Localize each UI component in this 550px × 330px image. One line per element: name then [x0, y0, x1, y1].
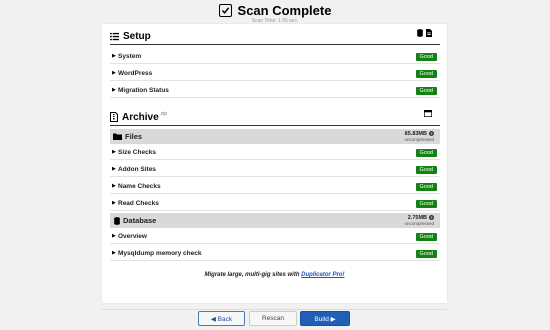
setup-title: Setup: [123, 30, 151, 42]
status-badge: Good: [415, 183, 437, 191]
status-badge: Good: [415, 233, 437, 241]
header: Scan Complete Scan Time: 1.65 sec.: [0, 0, 550, 24]
status-badge: Good: [415, 149, 437, 157]
help-icon[interactable]: ?: [429, 131, 434, 136]
row-label: Migration Status: [118, 86, 169, 94]
setup-row-wordpress[interactable]: ▶ WordPress Good: [110, 66, 440, 81]
setup-section-header: Setup: [110, 29, 440, 43]
database-icon: [114, 216, 120, 225]
footer-divider: [102, 309, 447, 310]
files-row-size-checks[interactable]: ▶ Size Checks Good: [110, 145, 440, 160]
window-icon[interactable]: [424, 110, 432, 117]
row-label: Size Checks: [118, 148, 156, 156]
build-button[interactable]: Build ▶: [300, 311, 350, 326]
database-row-overview[interactable]: ▶ Overview Good: [110, 229, 440, 244]
setup-row-migration-status[interactable]: ▶ Migration Status Good: [110, 83, 440, 98]
status-badge: Good: [415, 166, 437, 174]
database-icon[interactable]: [417, 29, 423, 37]
status-badge: Good: [415, 70, 437, 78]
files-row-name-checks[interactable]: ▶ Name Checks Good: [110, 179, 440, 194]
rescan-button[interactable]: Rescan: [249, 311, 297, 326]
file-icon[interactable]: [426, 29, 432, 37]
files-size-note: uncompressed: [404, 137, 434, 142]
files-label: Files: [125, 132, 143, 141]
status-badge: Good: [415, 53, 437, 61]
row-label: System: [118, 52, 142, 60]
files-size: 85.83MB? uncompressed: [404, 131, 434, 142]
scan-panel: Setup ▶ System Good ▶ WordPress Good ▶ M…: [102, 24, 447, 303]
folder-icon: [113, 133, 122, 140]
row-label: Addon Sites: [118, 165, 156, 173]
row-label: Mysqldump memory check: [118, 249, 202, 257]
promo-text: Migrate large, multi-gig sites with Dupl…: [102, 272, 447, 278]
row-label: Overview: [118, 232, 147, 240]
status-badge: Good: [415, 200, 437, 208]
checkbox-icon: [218, 3, 232, 17]
status-badge: Good: [415, 250, 437, 258]
database-label: Database: [123, 216, 157, 225]
help-icon[interactable]: ?: [429, 215, 434, 220]
status-badge: Good: [415, 87, 437, 95]
files-row-addon-sites[interactable]: ▶ Addon Sites Good: [110, 162, 440, 177]
row-label: WordPress: [118, 69, 153, 77]
duplicator-pro-link[interactable]: Duplicator Pro!: [301, 272, 344, 278]
archive-divider: [110, 125, 440, 126]
promo-message: Migrate large, multi-gig sites with: [204, 272, 302, 278]
zip-file-icon: [110, 112, 118, 122]
archive-title: Archive: [122, 111, 159, 123]
archive-format: zip: [160, 111, 168, 117]
files-subheader: Files 85.83MB? uncompressed: [110, 129, 440, 144]
database-size-note: uncompressed: [404, 221, 434, 226]
page-title: Scan Complete: [237, 2, 332, 18]
files-row-read-checks[interactable]: ▶ Read Checks Good: [110, 196, 440, 211]
archive-section-header: Archive zip: [110, 110, 440, 124]
list-icon: [110, 32, 119, 40]
database-row-mysqldump[interactable]: ▶ Mysqldump memory check Good: [110, 246, 440, 261]
database-size: 2.75MB? uncompressed: [404, 215, 434, 226]
back-button[interactable]: ◀ Back: [198, 311, 245, 326]
row-label: Name Checks: [118, 182, 161, 190]
database-subheader: Database 2.75MB? uncompressed: [110, 213, 440, 228]
setup-row-system[interactable]: ▶ System Good: [110, 49, 440, 64]
row-label: Read Checks: [118, 199, 159, 207]
setup-divider: [110, 44, 440, 45]
